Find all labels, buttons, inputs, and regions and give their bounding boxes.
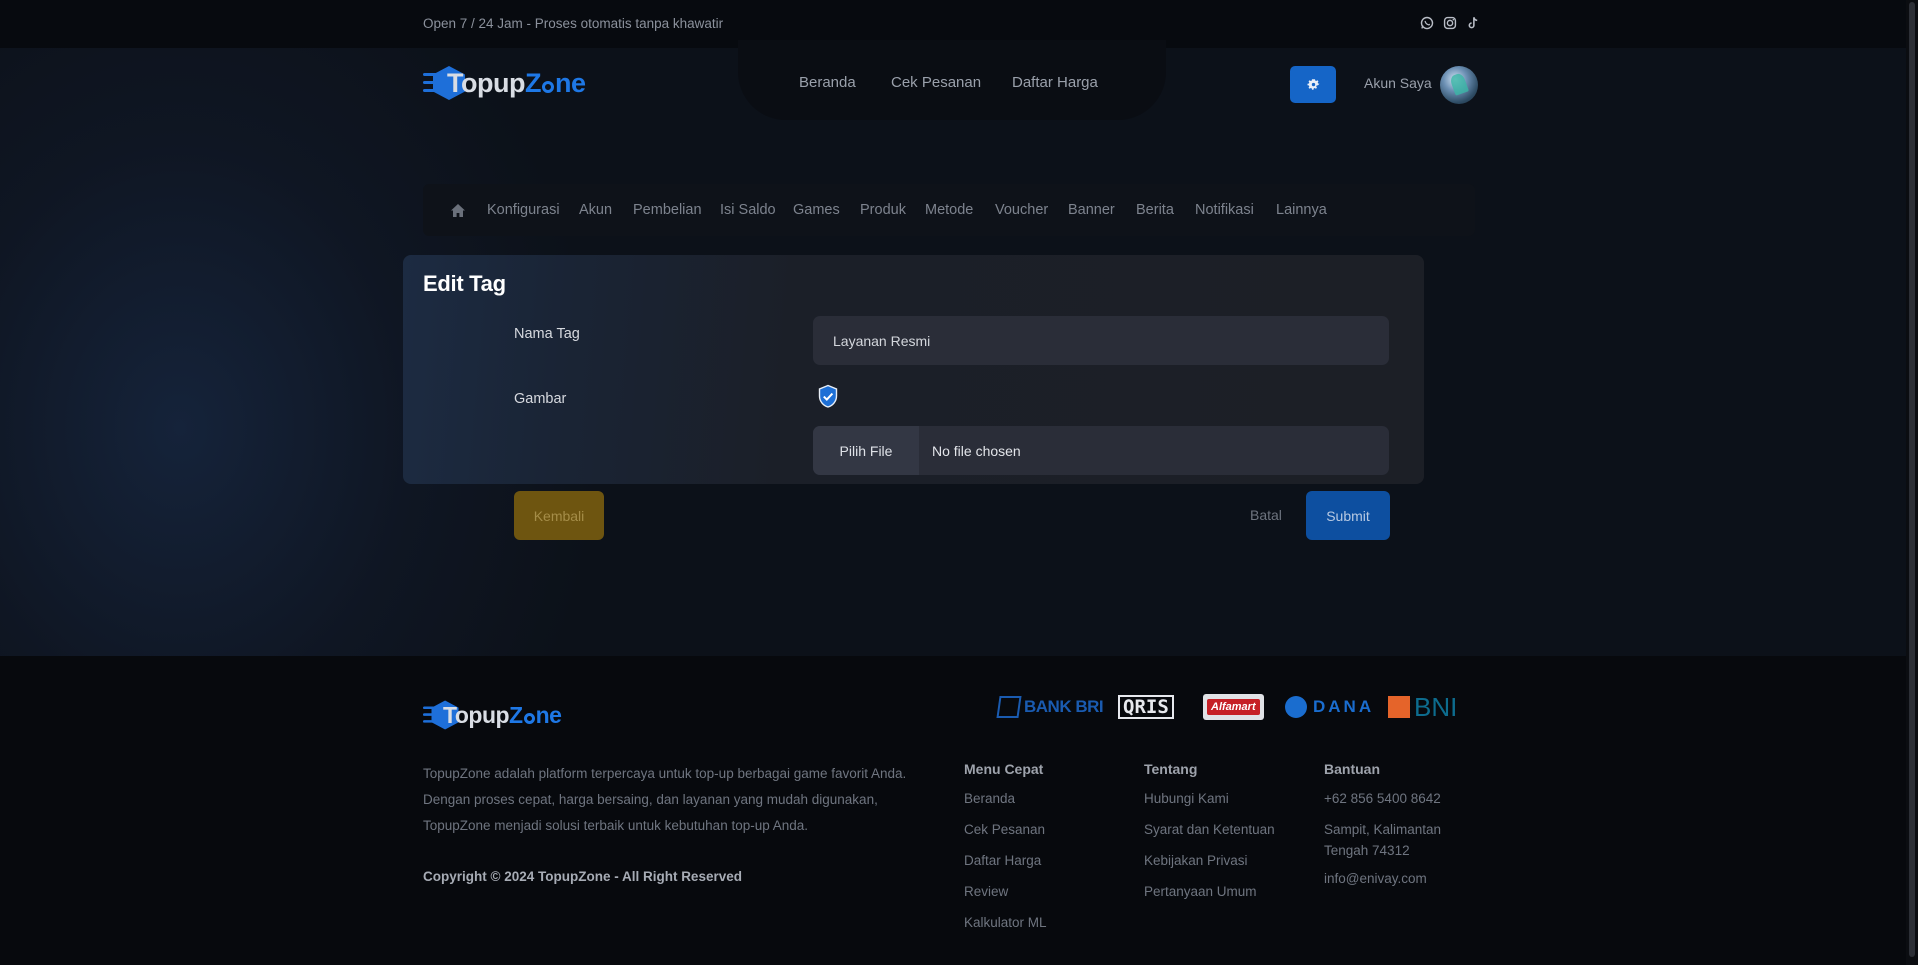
footer bbox=[0, 656, 1918, 965]
back-button[interactable]: Kembali bbox=[514, 491, 604, 540]
file-status-text: No file chosen bbox=[932, 442, 1021, 459]
footer-help: Bantuan +62 856 5400 8642 Sampit, Kalima… bbox=[1324, 761, 1464, 902]
admin-menu-item-produk[interactable]: Produk bbox=[860, 202, 906, 218]
admin-menu-item-notifikasi[interactable]: Notifikasi bbox=[1195, 202, 1254, 218]
admin-menu-item-lainnya[interactable]: Lainnya bbox=[1276, 202, 1327, 218]
admin-menu-item-berita[interactable]: Berita bbox=[1136, 202, 1174, 218]
copyright-text: Copyright © 2024 TopupZone - All Right R… bbox=[423, 869, 742, 884]
nav-price-list-link[interactable]: Daftar Harga bbox=[1012, 74, 1098, 91]
admin-menu-item-konfigurasi[interactable]: Konfigurasi bbox=[487, 202, 560, 218]
tag-name-input[interactable]: Layanan Resmi bbox=[813, 316, 1389, 365]
open-hours-text: Open 7 / 24 Jam - Proses otomatis tanpa … bbox=[423, 16, 724, 31]
footer-about: Tentang Hubungi Kami Syarat dan Ketentua… bbox=[1144, 761, 1275, 915]
instagram-icon[interactable] bbox=[1443, 16, 1457, 30]
admin-menu-item-banner[interactable]: Banner bbox=[1068, 202, 1115, 218]
image-label: Gambar bbox=[514, 391, 567, 407]
cancel-button[interactable]: Batal bbox=[1250, 507, 1282, 523]
brand-logo[interactable]: TopupZ ne bbox=[423, 64, 586, 102]
submit-button[interactable]: Submit bbox=[1306, 491, 1390, 540]
edit-tag-card: Edit Tag Nama Tag Layanan Resmi Gambar P… bbox=[403, 255, 1424, 484]
footer-link-review[interactable]: Review bbox=[964, 884, 1047, 915]
brand-wordmark: TopupZ ne bbox=[447, 67, 586, 98]
home-icon[interactable] bbox=[450, 203, 466, 218]
footer-email[interactable]: info@enivay.com bbox=[1324, 871, 1464, 902]
nav-home-link[interactable]: Beranda bbox=[799, 74, 856, 91]
admin-menu-item-pembelian[interactable]: Pembelian bbox=[633, 202, 702, 218]
footer-address: Sampit, Kalimantan Tengah 74312 bbox=[1324, 822, 1442, 858]
footer-link-cek-pesanan[interactable]: Cek Pesanan bbox=[964, 822, 1047, 853]
shield-check-icon bbox=[817, 384, 839, 409]
footer-link-kebijakan-privasi[interactable]: Kebijakan Privasi bbox=[1144, 853, 1275, 884]
choose-file-button[interactable]: Pilih File bbox=[813, 426, 919, 475]
admin-menu-item-isi-saldo[interactable]: Isi Saldo bbox=[720, 202, 776, 218]
scrollbar-thumb[interactable] bbox=[1909, 2, 1915, 957]
tag-name-label: Nama Tag bbox=[514, 326, 580, 342]
footer-link-pertanyaan-umum[interactable]: Pertanyaan Umum bbox=[1144, 884, 1275, 915]
footer-link-kalkulator-ml[interactable]: Kalkulator ML bbox=[964, 915, 1047, 946]
avatar[interactable] bbox=[1440, 66, 1478, 104]
footer-link-daftar-harga[interactable]: Daftar Harga bbox=[964, 853, 1047, 884]
footer-quick-menu-title: Menu Cepat bbox=[964, 761, 1044, 777]
footer-brand-logo[interactable]: TopupZ ne bbox=[423, 696, 562, 734]
admin-menu-item-metode[interactable]: Metode bbox=[925, 202, 973, 218]
admin-menu-item-voucher[interactable]: Voucher bbox=[995, 202, 1048, 218]
whatsapp-icon[interactable] bbox=[1420, 16, 1434, 30]
footer-link-hubungi-kami[interactable]: Hubungi Kami bbox=[1144, 791, 1275, 822]
footer-link-beranda[interactable]: Beranda bbox=[964, 791, 1047, 822]
footer-brand-wordmark: TopupZ ne bbox=[443, 701, 562, 728]
nav-check-order-link[interactable]: Cek Pesanan bbox=[891, 74, 981, 91]
tiktok-icon[interactable] bbox=[1466, 16, 1480, 30]
footer-description: TopupZone adalah platform terpercaya unt… bbox=[423, 766, 907, 833]
admin-menu-item-akun[interactable]: Akun bbox=[579, 202, 612, 218]
social-links bbox=[1420, 16, 1480, 30]
payment-logo-bni: BNI bbox=[1388, 692, 1457, 722]
footer-quick-menu: Menu Cepat Beranda Cek Pesanan Daftar Ha… bbox=[964, 761, 1047, 946]
footer-link-syarat-ketentuan[interactable]: Syarat dan Ketentuan bbox=[1144, 822, 1275, 853]
payment-logo-alfamart: Alfamart bbox=[1203, 694, 1264, 720]
admin-menu: Konfigurasi Akun Pembelian Isi Saldo Gam… bbox=[423, 184, 1475, 236]
payment-logo-qris: QRIS bbox=[1118, 695, 1174, 719]
footer-about-title: Tentang bbox=[1144, 761, 1198, 777]
account-label[interactable]: Akun Saya bbox=[1364, 75, 1432, 91]
payment-logo-dana: DANA bbox=[1285, 692, 1374, 722]
settings-button[interactable] bbox=[1290, 66, 1336, 103]
payment-logos: BANK BRI QRIS Alfamart DANA BNI bbox=[996, 692, 1473, 722]
payment-logo-bri: BANK BRI bbox=[996, 692, 1104, 722]
image-file-input[interactable]: Pilih File No file chosen bbox=[813, 426, 1389, 475]
page-title: Edit Tag bbox=[423, 271, 506, 296]
admin-menu-item-games[interactable]: Games bbox=[793, 202, 840, 218]
footer-help-title: Bantuan bbox=[1324, 761, 1380, 777]
main-nav: Beranda Cek Pesanan Daftar Harga bbox=[738, 40, 1166, 120]
gear-icon bbox=[1307, 79, 1319, 90]
footer-phone[interactable]: +62 856 5400 8642 bbox=[1324, 791, 1464, 822]
